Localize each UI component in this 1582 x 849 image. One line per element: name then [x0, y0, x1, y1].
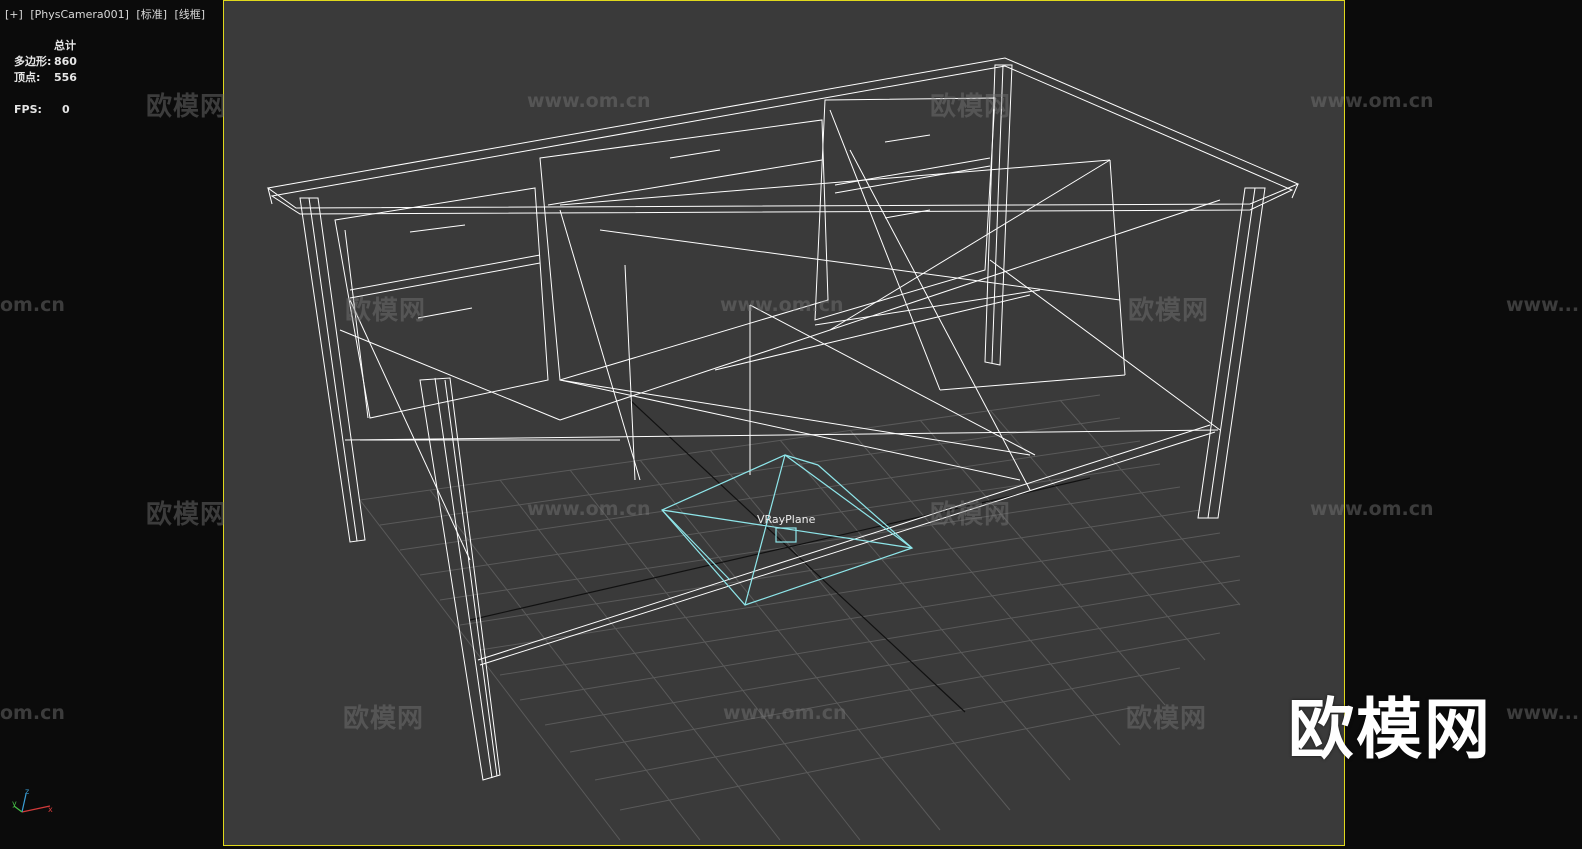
watermark-url-4: www.om.cn	[720, 294, 844, 316]
svg-text:z: z	[25, 787, 29, 796]
watermark-cn-2: 欧模网	[930, 92, 1012, 122]
watermark-url-8: om.cn	[0, 702, 65, 724]
watermark-cn-4: 欧模网	[1128, 296, 1210, 326]
vray-plane-gizmo	[661, 454, 914, 606]
watermark-url-1: www.om.cn	[527, 90, 651, 112]
svg-text:y: y	[12, 799, 17, 808]
brand-logo: 欧模网	[1288, 691, 1492, 768]
watermark-url-3: om.cn	[0, 294, 65, 316]
watermark-url-7: www.om.cn	[1310, 498, 1434, 520]
watermark-cn-1: 欧模网	[146, 92, 228, 122]
vray-plane-label: VRayPlane	[757, 513, 816, 526]
watermark-url-6: www.om.cn	[527, 498, 651, 520]
watermark-url-5: www...	[1506, 294, 1580, 316]
watermark-cn-5: 欧模网	[146, 500, 228, 530]
desk-wireframe	[266, 57, 1300, 781]
svg-text:x: x	[48, 805, 53, 814]
home-grid	[359, 394, 1241, 841]
axis-gizmo-icon: x z y	[12, 787, 53, 814]
watermark-url-2: www.om.cn	[1310, 90, 1434, 112]
watermark-url-10: www...	[1506, 702, 1580, 724]
watermark-cn-6: 欧模网	[930, 500, 1012, 530]
watermark-url-9: www.om.cn	[723, 702, 847, 724]
watermark-cn-7: 欧模网	[343, 704, 425, 734]
watermark-cn-3: 欧模网	[345, 296, 427, 326]
watermark-cn-8: 欧模网	[1126, 704, 1208, 734]
